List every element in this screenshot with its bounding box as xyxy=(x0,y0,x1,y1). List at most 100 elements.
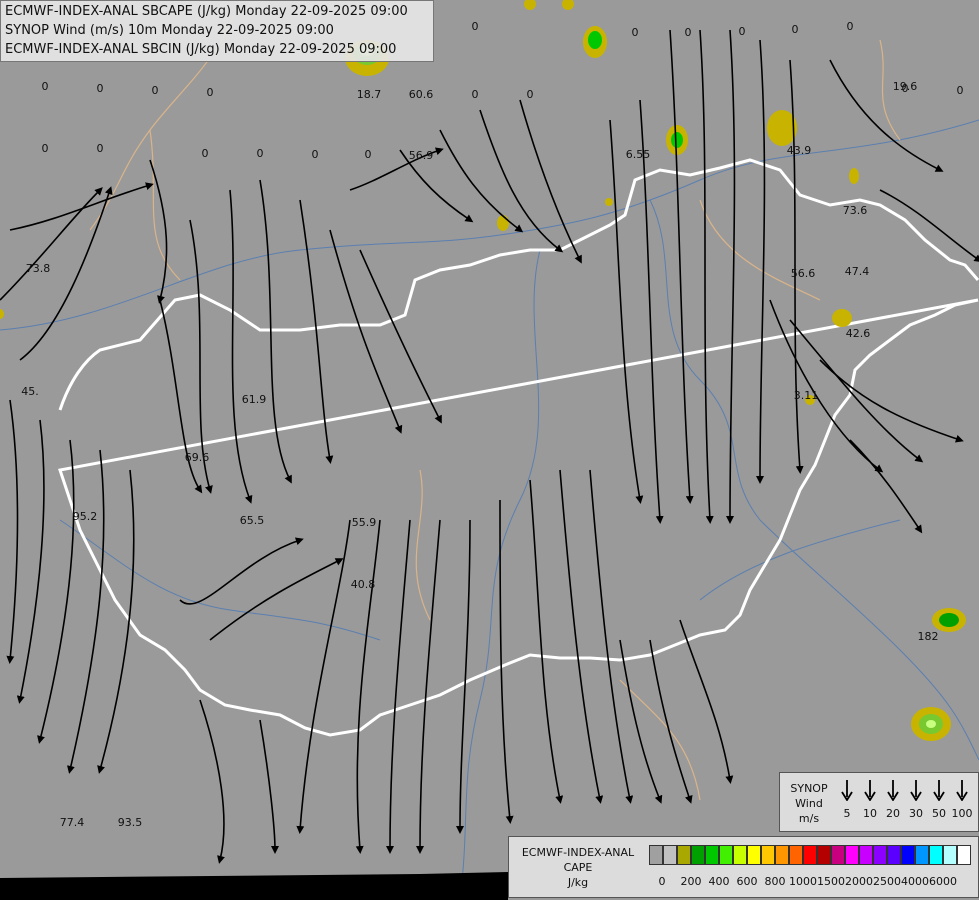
wind-speed-arrow: 10 xyxy=(859,779,881,820)
wind-legend-title-line2: Wind xyxy=(795,797,823,810)
cape-color-swatch xyxy=(789,845,803,865)
map-value-label: 0 xyxy=(365,148,372,161)
wind-speed-arrow: 30 xyxy=(905,779,927,820)
wind-speed-label: 100 xyxy=(951,807,973,820)
cape-tick-label: 400 xyxy=(708,875,730,888)
cape-color-swatch xyxy=(649,845,663,865)
map-value-label: 56.9 xyxy=(409,149,434,162)
cape-color-swatch xyxy=(691,845,705,865)
cape-tick-label: 1500 xyxy=(817,875,845,888)
title-line-cape: ECMWF-INDEX-ANAL SBCAPE (J/kg) Monday 22… xyxy=(5,4,408,19)
map-value-label: 18.7 xyxy=(357,88,382,101)
cape-color-swatch xyxy=(957,845,971,865)
map-value-label: 0 xyxy=(847,20,854,33)
map-value-label: 65.5 xyxy=(240,514,265,527)
map-value-label: 73.6 xyxy=(843,204,868,217)
map-value-label: 42.6 xyxy=(846,327,871,340)
map-value-label: 0 xyxy=(257,147,264,160)
cape-color-swatch xyxy=(663,845,677,865)
cape-legend-title-line1: ECMWF-INDEX-ANAL xyxy=(521,846,635,859)
map-value-label: 56.6 xyxy=(791,267,816,280)
map-value-label: 61.9 xyxy=(242,393,267,406)
cape-color-swatch xyxy=(705,845,719,865)
cape-tick-label: 200 xyxy=(680,875,702,888)
cape-color-swatch xyxy=(803,845,817,865)
cape-color-swatch xyxy=(845,845,859,865)
cape-color-swatch xyxy=(719,845,733,865)
wind-speed-label: 30 xyxy=(909,807,923,820)
map-title-box: ECMWF-INDEX-ANAL SBCAPE (J/kg) Monday 22… xyxy=(0,0,434,62)
map-value-label: 3.11 xyxy=(794,389,819,402)
map-value-label: 47.4 xyxy=(845,265,870,278)
wind-legend: SYNOP Wind m/s 5 10 20 30 50 100 xyxy=(779,772,979,832)
wind-speed-label: 5 xyxy=(843,807,851,820)
title-line-wind: SYNOP Wind (m/s) 10m Monday 22-09-2025 0… xyxy=(5,23,334,38)
map-value-label: 93.5 xyxy=(118,816,143,829)
map-value-label: 0 xyxy=(472,20,479,33)
map-value-label: 0 xyxy=(957,84,964,97)
title-line-cin: ECMWF-INDEX-ANAL SBCIN (J/kg) Monday 22-… xyxy=(5,42,397,57)
cape-tick-label: 800 xyxy=(764,875,786,888)
wind-legend-arrows: 5 10 20 30 50 100 xyxy=(836,779,976,827)
map-value-label: 0 xyxy=(97,142,104,155)
arrow-down-icon xyxy=(956,780,968,801)
map-value-label: 45. xyxy=(21,385,39,398)
cape-legend-title-line2: CAPE xyxy=(563,861,593,874)
wind-legend-title: SYNOP Wind m/s xyxy=(784,781,834,826)
map-value-label: 0 xyxy=(685,26,692,39)
cape-tick-label: 1000 xyxy=(789,875,817,888)
map-value-label: 0 xyxy=(152,84,159,97)
map-value-label: 0 xyxy=(739,25,746,38)
cape-color-swatch xyxy=(859,845,873,865)
map-value-label: 0 xyxy=(202,147,209,160)
cape-tick-label: 600 xyxy=(736,875,758,888)
map-value-label: 0 xyxy=(312,148,319,161)
cape-color-swatch xyxy=(901,845,915,865)
map-value-label: 6.55 xyxy=(626,148,651,161)
map-value-label: 0 xyxy=(472,88,479,101)
cape-color-swatch xyxy=(873,845,887,865)
cape-tick-label: 0 xyxy=(658,875,666,888)
cape-tick-label: 6000 xyxy=(929,875,957,888)
arrow-down-icon xyxy=(933,780,945,801)
cape-color-swatch xyxy=(817,845,831,865)
map-value-label: 40.8 xyxy=(351,578,376,591)
map-value-label: 0 xyxy=(42,142,49,155)
arrow-down-icon xyxy=(910,780,922,801)
map-value-label: 77.4 xyxy=(60,816,85,829)
map-value-label: 0 xyxy=(207,86,214,99)
wind-legend-title-line1: SYNOP xyxy=(790,782,828,795)
map-value-label: 19.6 xyxy=(893,80,918,93)
arrow-down-icon xyxy=(887,780,899,801)
map-value-label: 55.9 xyxy=(352,516,377,529)
cape-tick-label: 2000 xyxy=(845,875,873,888)
wind-speed-arrow: 50 xyxy=(928,779,950,820)
wind-speed-label: 10 xyxy=(863,807,877,820)
cape-color-swatch xyxy=(929,845,943,865)
cape-color-swatch xyxy=(887,845,901,865)
map-value-label: 0 xyxy=(527,88,534,101)
map-value-label: 95.2 xyxy=(73,510,98,523)
map-value-label: 0 xyxy=(792,23,799,36)
cape-legend-title: ECMWF-INDEX-ANAL CAPE J/kg xyxy=(513,845,643,890)
map-value-label: 73.8 xyxy=(26,262,51,275)
cape-tick-label: 2500 xyxy=(873,875,901,888)
wind-speed-arrow: 100 xyxy=(951,779,973,820)
wind-legend-units: m/s xyxy=(798,812,820,825)
cape-color-swatch xyxy=(747,845,761,865)
cape-color-swatch xyxy=(915,845,929,865)
map-value-label: 0 xyxy=(632,26,639,39)
cape-color-swatch xyxy=(677,845,691,865)
cape-tick-label: 4000 xyxy=(901,875,929,888)
weather-map: 0 0 0 0 0 0 0 0 0 0 0 0 0 0 0 0 0 0 0 0 18.7 60.6 56.9 6.55 43.9… xyxy=(0,0,979,900)
cape-legend-units: J/kg xyxy=(567,876,589,889)
cape-color-swatch xyxy=(761,845,775,865)
map-value-label: 182 xyxy=(918,630,939,643)
cape-color-swatch xyxy=(775,845,789,865)
wind-speed-arrow: 20 xyxy=(882,779,904,820)
wind-speed-label: 50 xyxy=(932,807,946,820)
map-value-label: 0 xyxy=(97,82,104,95)
arrow-down-icon xyxy=(841,780,853,801)
cape-legend: ECMWF-INDEX-ANAL CAPE J/kg 0 200 400 600 800… xyxy=(508,836,979,898)
cape-color-swatch xyxy=(733,845,747,865)
